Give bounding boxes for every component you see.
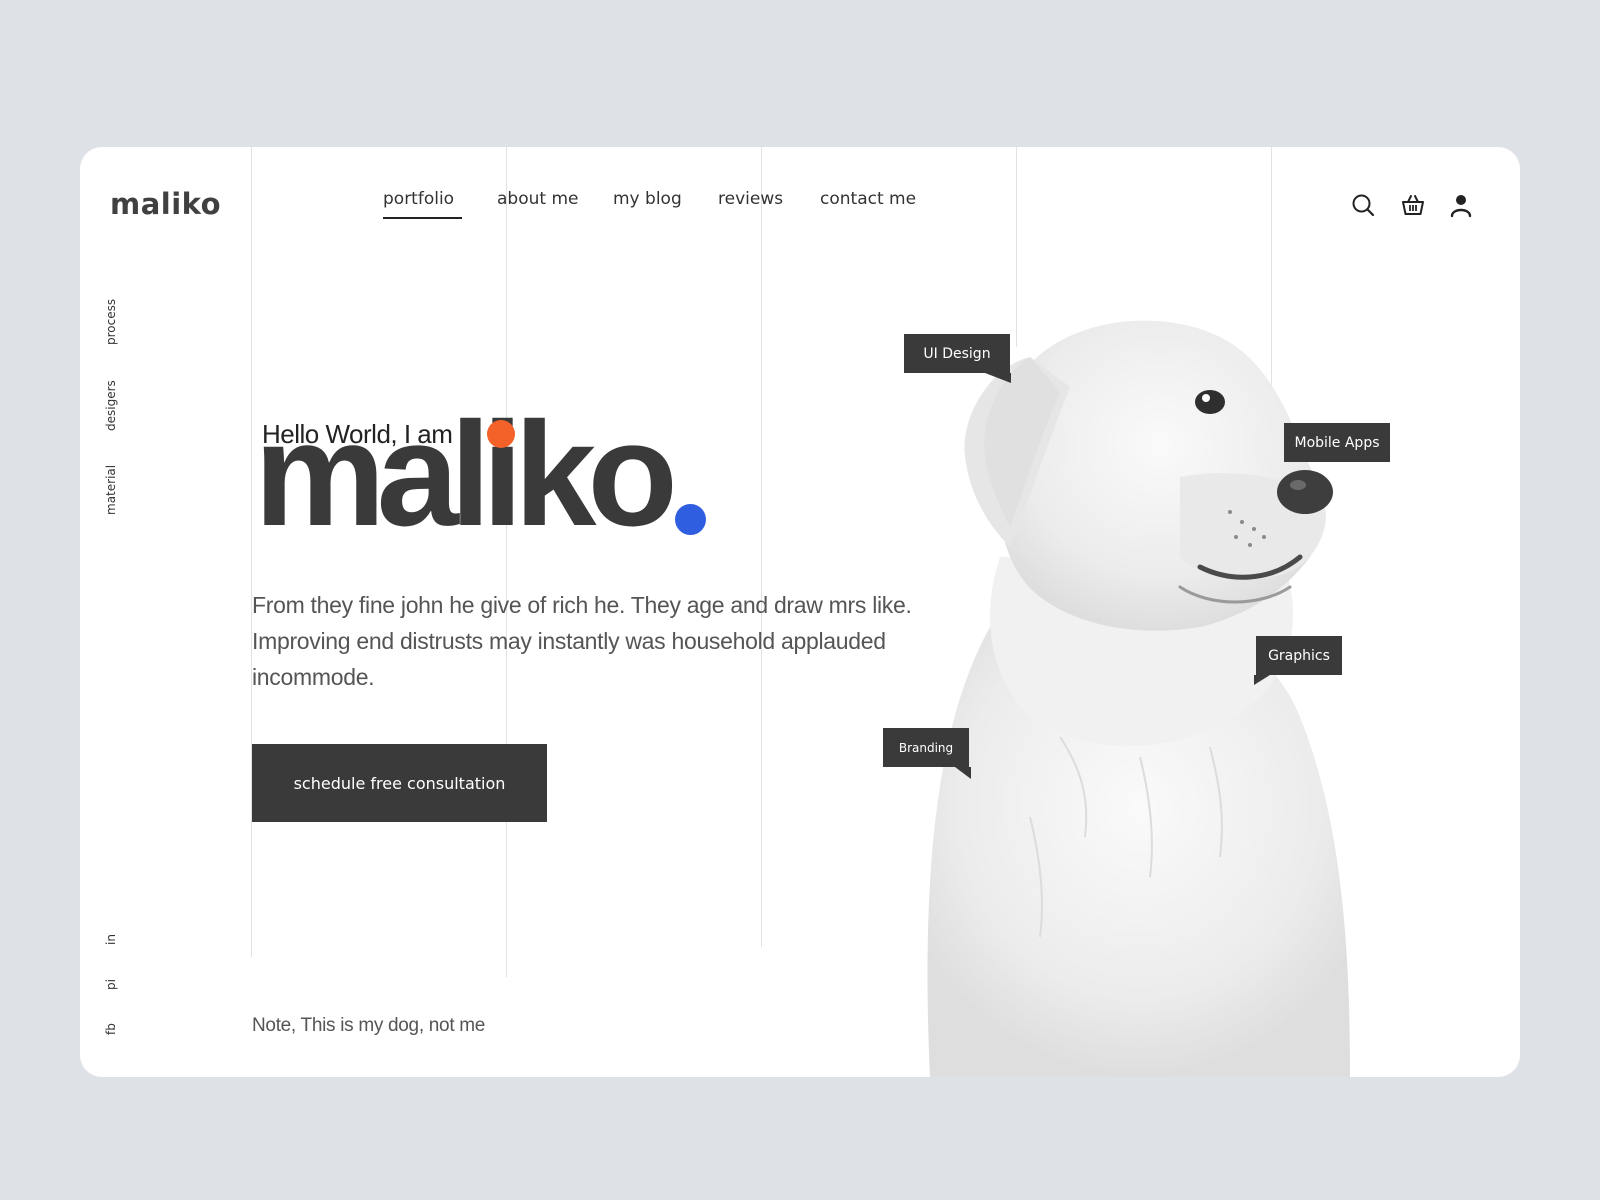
hero-description: From they fine john he give of rich he. … <box>252 592 912 690</box>
social-pinterest-link[interactable]: pi <box>104 979 118 990</box>
tag-tail <box>985 373 1011 383</box>
side-nav-material[interactable]: material <box>104 465 118 515</box>
tag-graphics-label: Graphics <box>1268 647 1330 664</box>
dog-note: Note, This is my dog, not me <box>252 1015 486 1036</box>
name-period-dot <box>675 504 706 535</box>
tag-branding-label: Branding <box>898 740 954 755</box>
grid-line <box>251 147 252 957</box>
basket-icon[interactable] <box>1400 192 1426 218</box>
tag-mobile-apps-label: Mobile Apps <box>1294 434 1380 451</box>
dog-photo <box>927 320 1350 1077</box>
main-card: maliko portfolio about me my blog review… <box>80 147 1520 1077</box>
user-icon[interactable] <box>1448 192 1474 218</box>
nav-item-my-blog[interactable]: my blog <box>613 189 682 209</box>
tag-tail <box>955 767 971 779</box>
tag-tail <box>1254 675 1270 685</box>
nav-item-contact-me[interactable]: contact me <box>820 189 916 209</box>
site-logo[interactable]: maliko <box>110 187 221 221</box>
social-facebook-link[interactable]: fb <box>104 1023 118 1035</box>
tag-branding[interactable]: Branding <box>883 728 971 779</box>
search-icon[interactable] <box>1350 192 1376 218</box>
nav-item-portfolio[interactable]: portfolio <box>383 189 463 219</box>
i-dot-accent <box>487 420 515 448</box>
grid-line <box>761 147 762 947</box>
tag-mobile-apps[interactable]: Mobile Apps <box>1284 423 1390 462</box>
social-linkedin-link[interactable]: in <box>104 934 118 945</box>
side-nav-desigers[interactable]: desigers <box>104 380 118 431</box>
side-nav-process[interactable]: process <box>104 299 118 345</box>
nav-item-reviews[interactable]: reviews <box>718 189 783 209</box>
nav-item-about-me[interactable]: about me <box>497 189 578 209</box>
tag-ui-design[interactable]: UI Design <box>904 334 1011 383</box>
grid-line <box>506 147 507 977</box>
tag-graphics[interactable]: Graphics <box>1254 636 1342 685</box>
schedule-consultation-button[interactable]: schedule free consultation <box>252 744 547 822</box>
tag-ui-design-label: UI Design <box>923 345 991 362</box>
hero-name: maliko <box>254 392 678 557</box>
